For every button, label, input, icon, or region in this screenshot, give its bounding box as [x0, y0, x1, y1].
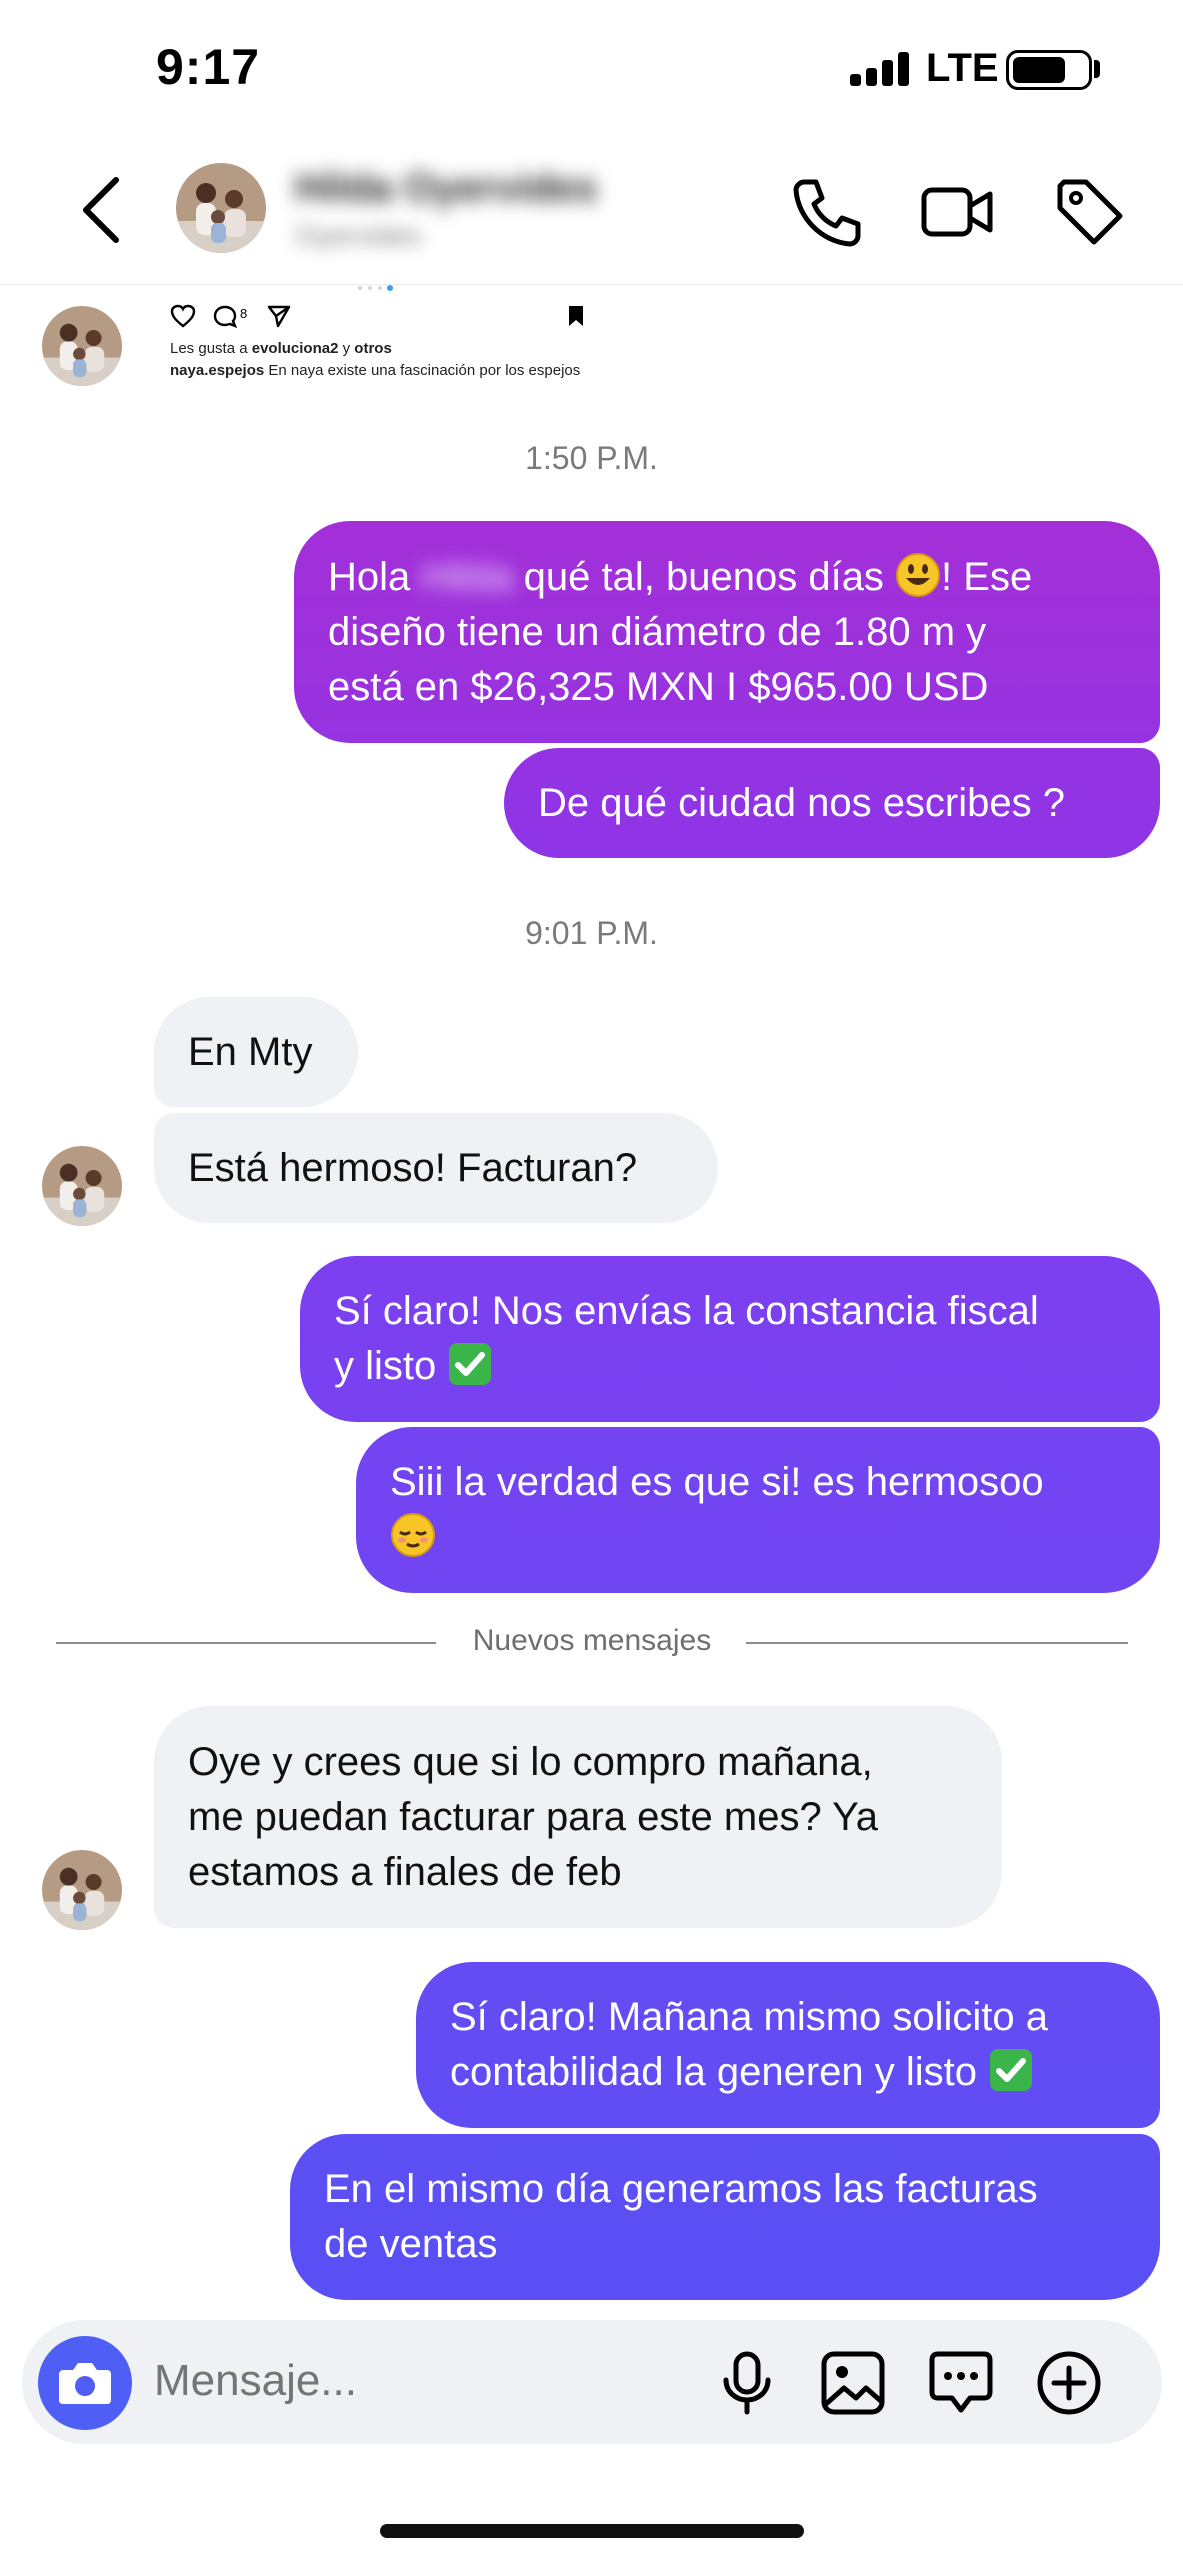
contact-name[interactable]: Hilda Oyervides [295, 166, 597, 211]
share-icon[interactable] [266, 304, 292, 328]
plus-icon[interactable] [1034, 2348, 1104, 2418]
battery-icon [1006, 50, 1092, 90]
message-input[interactable] [154, 2356, 674, 2406]
camera-icon [59, 2363, 111, 2404]
post-avatar [42, 306, 122, 386]
check-mark-emoji-icon [449, 1343, 492, 1385]
sent-message[interactable]: Sí claro! Nos envías la constancia fisca… [300, 1256, 1160, 1422]
network-label: LTE [926, 46, 999, 90]
sent-message[interactable]: Hola Hilda qué tal, buenos días ! Ese di… [294, 521, 1160, 743]
bookmark-icon[interactable] [566, 304, 586, 328]
chat-header: Hilda Oyervides Oyervides [0, 140, 1183, 285]
sticker-icon[interactable] [926, 2348, 996, 2418]
received-message[interactable]: En Mty [154, 997, 358, 1107]
battery-cap [1094, 60, 1100, 78]
post-caption: naya.espejos En naya existe una fascinac… [170, 362, 581, 379]
status-bar: 9:17 LTE [0, 0, 1183, 140]
contact-subtitle: Oyervides [295, 220, 422, 251]
status-time: 9:17 [156, 39, 261, 95]
microphone-icon[interactable] [712, 2348, 782, 2418]
received-message[interactable]: Oye y crees que si lo compro mañana, me … [154, 1706, 1002, 1928]
redacted-name: Hilda [421, 554, 513, 599]
phone-icon[interactable] [786, 172, 866, 252]
sent-message[interactable]: Sí claro! Mañana mismo solicito a contab… [416, 1962, 1160, 2128]
relieved-face-emoji-icon [391, 1513, 435, 1557]
home-indicator[interactable] [380, 2524, 804, 2538]
timestamp: 9:01 P.M. [525, 915, 658, 951]
received-message[interactable]: Está hermoso! Facturan? [154, 1113, 718, 1223]
sent-message[interactable]: En el mismo día generamos las facturas d… [290, 2134, 1160, 2300]
post-likes: Les gusta a evoluciona2 y otros [170, 340, 392, 357]
timestamp: 1:50 P.M. [525, 440, 658, 476]
comment-icon[interactable] [212, 304, 238, 330]
smiley-emoji-icon [896, 552, 941, 597]
camera-button[interactable] [38, 2336, 132, 2430]
back-icon[interactable] [72, 170, 132, 250]
sender-avatar [42, 1850, 122, 1930]
signal-icon [850, 50, 912, 86]
message-composer [22, 2320, 1162, 2444]
heart-icon[interactable] [170, 304, 196, 328]
tag-icon[interactable] [1050, 172, 1130, 252]
divider-label: Nuevos mensajes [472, 1624, 712, 1657]
sent-message[interactable]: Siii la verdad es que si! es hermosoo [356, 1427, 1160, 1593]
comment-count: 8 [240, 306, 248, 321]
post-actions: 8 [170, 300, 590, 330]
contact-avatar[interactable] [176, 163, 266, 253]
video-icon[interactable] [918, 172, 998, 252]
check-mark-emoji-icon [990, 2049, 1033, 2091]
new-messages-divider: Nuevos mensajes [56, 1622, 1128, 1662]
sent-message[interactable]: De qué ciudad nos escribes ? [504, 748, 1160, 858]
sender-avatar [42, 1146, 122, 1226]
carousel-dots [358, 285, 393, 291]
gallery-icon[interactable] [818, 2348, 888, 2418]
